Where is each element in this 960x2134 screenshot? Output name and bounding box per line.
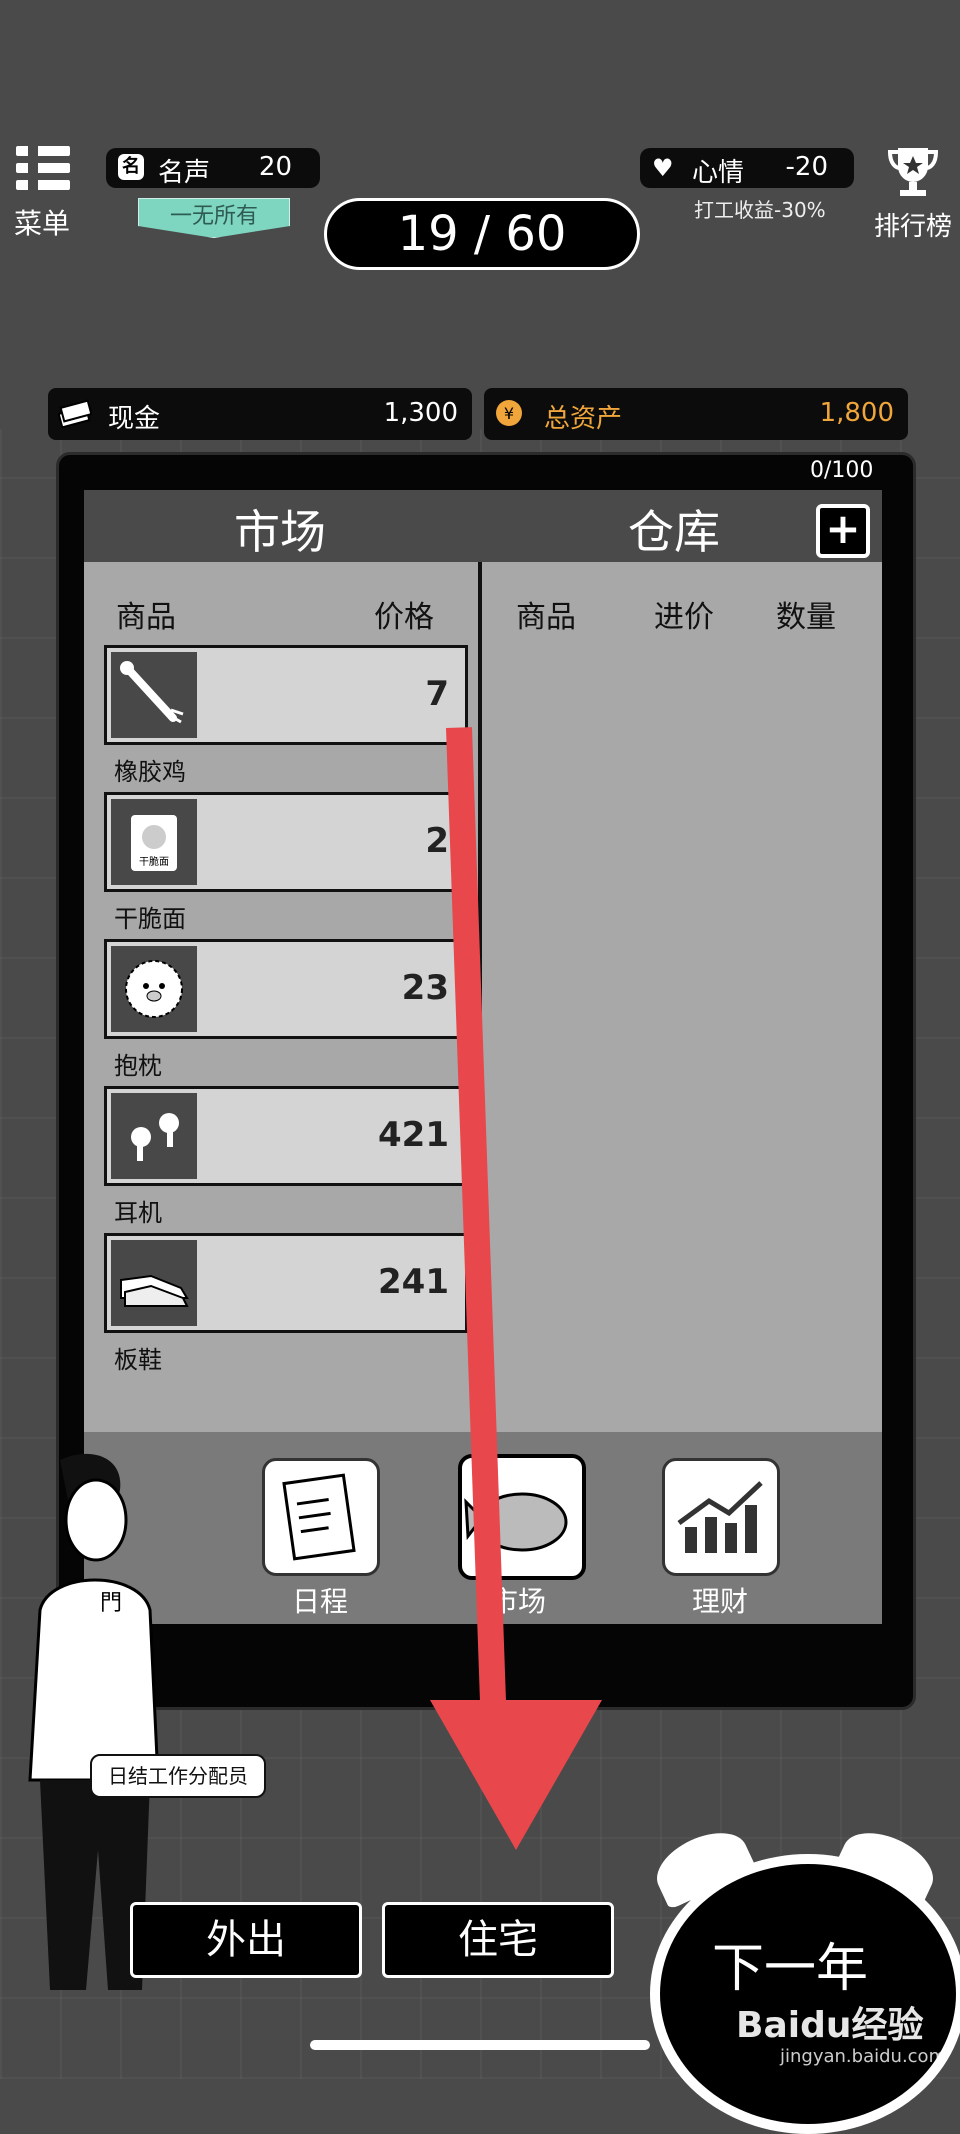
market-goods-header: 商品 — [116, 600, 176, 635]
warehouse-cost-header: 进价 — [654, 600, 714, 635]
piggy-bank-icon: ¥ — [494, 398, 528, 428]
market-price-header: 价格 — [374, 600, 434, 635]
item-price: 2 — [425, 821, 449, 861]
job-tag: 日结工作分配员 — [90, 1754, 266, 1798]
cash-icon — [57, 398, 93, 429]
cash-bar: 现金 1,300 — [48, 388, 472, 440]
home-indicator[interactable] — [310, 2040, 650, 2050]
finance-tab[interactable] — [662, 1458, 780, 1576]
item-price: 7 — [425, 674, 449, 714]
market-item-rubber-chicken[interactable]: 7 — [104, 645, 468, 745]
warehouse-list — [482, 562, 882, 1432]
fame-label: 名声 — [158, 158, 211, 188]
market-title: 市场 — [234, 505, 326, 559]
item-name: 板鞋 — [114, 1346, 162, 1374]
item-price: 421 — [378, 1115, 449, 1155]
trophy-icon[interactable] — [886, 144, 940, 198]
market-item-pillow[interactable]: 23 — [104, 939, 468, 1039]
turn-counter: 19 / 60 — [324, 198, 640, 270]
cash-label: 现金 — [108, 404, 161, 434]
heart-icon: ♥ — [652, 154, 674, 182]
warehouse-quantity-header: 数量 — [776, 600, 836, 635]
item-name: 橡胶鸡 — [114, 758, 186, 786]
red-arrow-head — [430, 1700, 602, 1850]
item-price: 241 — [378, 1262, 449, 1302]
residence-button[interactable]: 住宅 — [382, 1902, 614, 1978]
expand-warehouse-button[interactable]: + — [816, 504, 870, 558]
finance-tab-label[interactable]: 理财 — [650, 1580, 790, 1620]
schedule-tab-label[interactable]: 日程 — [250, 1580, 390, 1620]
assets-bar: ¥ 总资产 1,800 — [484, 388, 908, 440]
warehouse-capacity: 0/100 — [810, 458, 874, 483]
market-tab-label[interactable]: 市场 — [448, 1580, 588, 1620]
earbuds-icon — [111, 1093, 197, 1179]
menu-label[interactable]: 菜单 — [14, 202, 70, 242]
market-item-sneakers[interactable]: 241 — [104, 1233, 468, 1333]
title-badge: 一无所有 — [138, 198, 290, 238]
fame-value: 20 — [258, 152, 292, 182]
market-item-earbuds[interactable]: 421 — [104, 1086, 468, 1186]
fame-display: 名 名声 20 — [106, 148, 320, 188]
item-name: 干脆面 — [114, 905, 186, 933]
shirt-badge: 門 — [100, 1591, 122, 1616]
ranking-label[interactable]: 排行榜 — [874, 206, 952, 243]
go-out-button[interactable]: 外出 — [130, 1902, 362, 1978]
warehouse-title: 仓库 — [628, 505, 720, 559]
fame-icon: 名 — [118, 154, 144, 180]
instant-noodle-icon: 干脆面 — [111, 799, 197, 885]
assets-value: 1,800 — [819, 398, 894, 428]
mood-label: 心情 — [692, 158, 745, 188]
pillow-icon — [111, 946, 197, 1032]
growth-chart-icon — [677, 1481, 763, 1553]
cash-value: 1,300 — [383, 398, 458, 428]
menu-icon[interactable] — [16, 146, 70, 194]
schedule-tab[interactable] — [262, 1458, 380, 1576]
rubber-chicken-icon — [111, 652, 197, 738]
mood-display: ♥ 心情 -20 — [640, 148, 854, 188]
warehouse-goods-header: 商品 — [516, 600, 576, 635]
mood-value: -20 — [785, 152, 828, 182]
item-name: 抱枕 — [114, 1052, 162, 1080]
sneakers-icon — [111, 1240, 197, 1326]
svg-text:¥: ¥ — [504, 404, 514, 423]
noodle-pack-text: 干脆面 — [139, 855, 169, 868]
panel-header — [84, 490, 882, 562]
mood-effect: 打工收益-30% — [694, 198, 826, 222]
watermark-url: jingyan.baidu.com — [780, 2046, 947, 2067]
watermark-brand: Baidu经验 — [736, 2005, 924, 2046]
item-price: 23 — [401, 968, 449, 1008]
next-year-label[interactable]: 下一年 — [712, 1926, 868, 2001]
item-name: 耳机 — [114, 1199, 162, 1227]
assets-label: 总资产 — [544, 404, 623, 434]
market-item-instant-noodle[interactable]: 干脆面 2 — [104, 792, 468, 892]
notepad-icon — [282, 1473, 356, 1561]
